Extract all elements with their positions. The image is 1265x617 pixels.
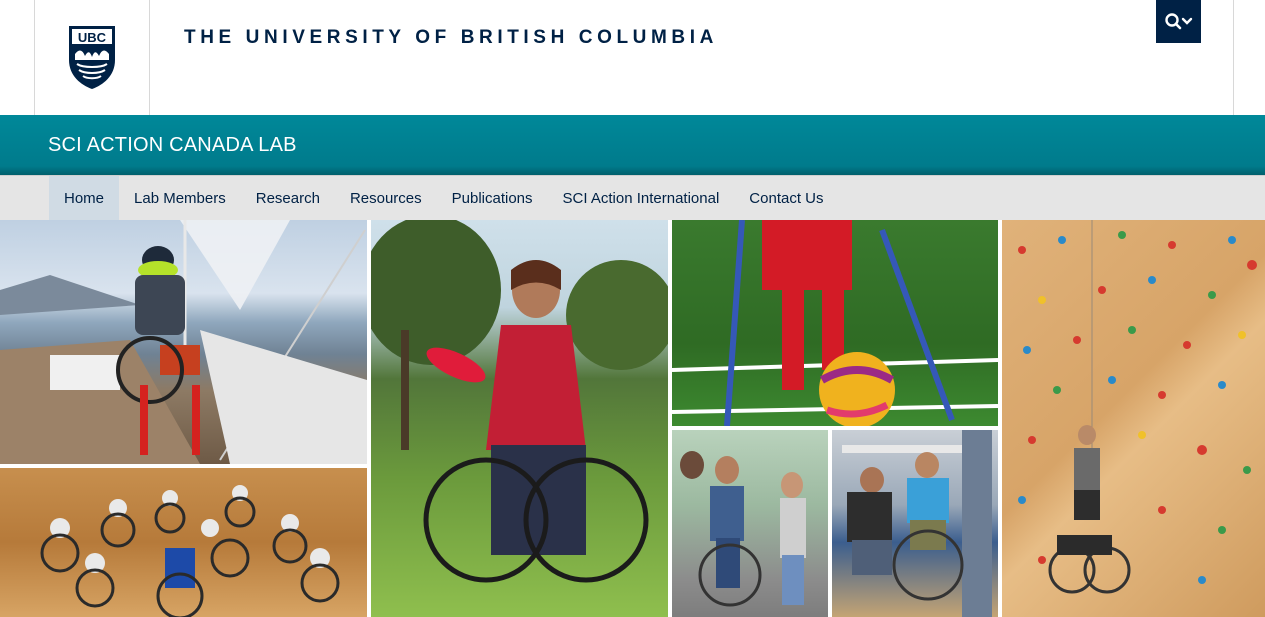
hero-photo-collage bbox=[0, 220, 1265, 617]
photo-soccer-crutches bbox=[672, 220, 998, 426]
nav-item-resources[interactable]: Resources bbox=[335, 176, 437, 220]
photo-climbing-wall bbox=[1002, 220, 1265, 617]
unit-title-link[interactable]: SCI ACTION CANADA LAB bbox=[48, 134, 297, 157]
chevron-down-icon bbox=[1181, 17, 1192, 25]
nav-item-contact-us[interactable]: Contact Us bbox=[734, 176, 838, 220]
nav-item-lab-members[interactable]: Lab Members bbox=[119, 176, 241, 220]
photo-woman-frisbee-wheelchair bbox=[371, 220, 668, 617]
search-icon bbox=[1164, 12, 1192, 29]
nav-item-home[interactable]: Home bbox=[49, 176, 120, 220]
nav-item-research[interactable]: Research bbox=[241, 176, 335, 220]
ubc-logo-link[interactable]: UBC bbox=[34, 0, 150, 115]
ubc-crest-logo: UBC bbox=[69, 26, 115, 89]
nav-item-sci-action-international[interactable]: SCI Action International bbox=[548, 176, 735, 220]
photo-family-wheelchair bbox=[672, 430, 828, 617]
nav-item-publications[interactable]: Publications bbox=[437, 176, 548, 220]
photo-sailing-wheelchair bbox=[0, 220, 367, 464]
search-toggle-button[interactable] bbox=[1156, 0, 1201, 43]
main-navigation: Home Lab Members Research Resources Publ… bbox=[0, 175, 1265, 220]
svg-text:UBC: UBC bbox=[78, 30, 107, 45]
ubc-header: UBC THE UNIVERSITY OF BRITISH COLUMBIA bbox=[0, 0, 1265, 115]
photo-gym-trainer bbox=[832, 430, 998, 617]
university-wordmark[interactable]: THE UNIVERSITY OF BRITISH COLUMBIA bbox=[184, 27, 718, 49]
unit-name-bar: SCI ACTION CANADA LAB bbox=[0, 115, 1265, 175]
header-divider bbox=[1233, 0, 1234, 115]
photo-wheelchair-basketball bbox=[0, 468, 367, 617]
